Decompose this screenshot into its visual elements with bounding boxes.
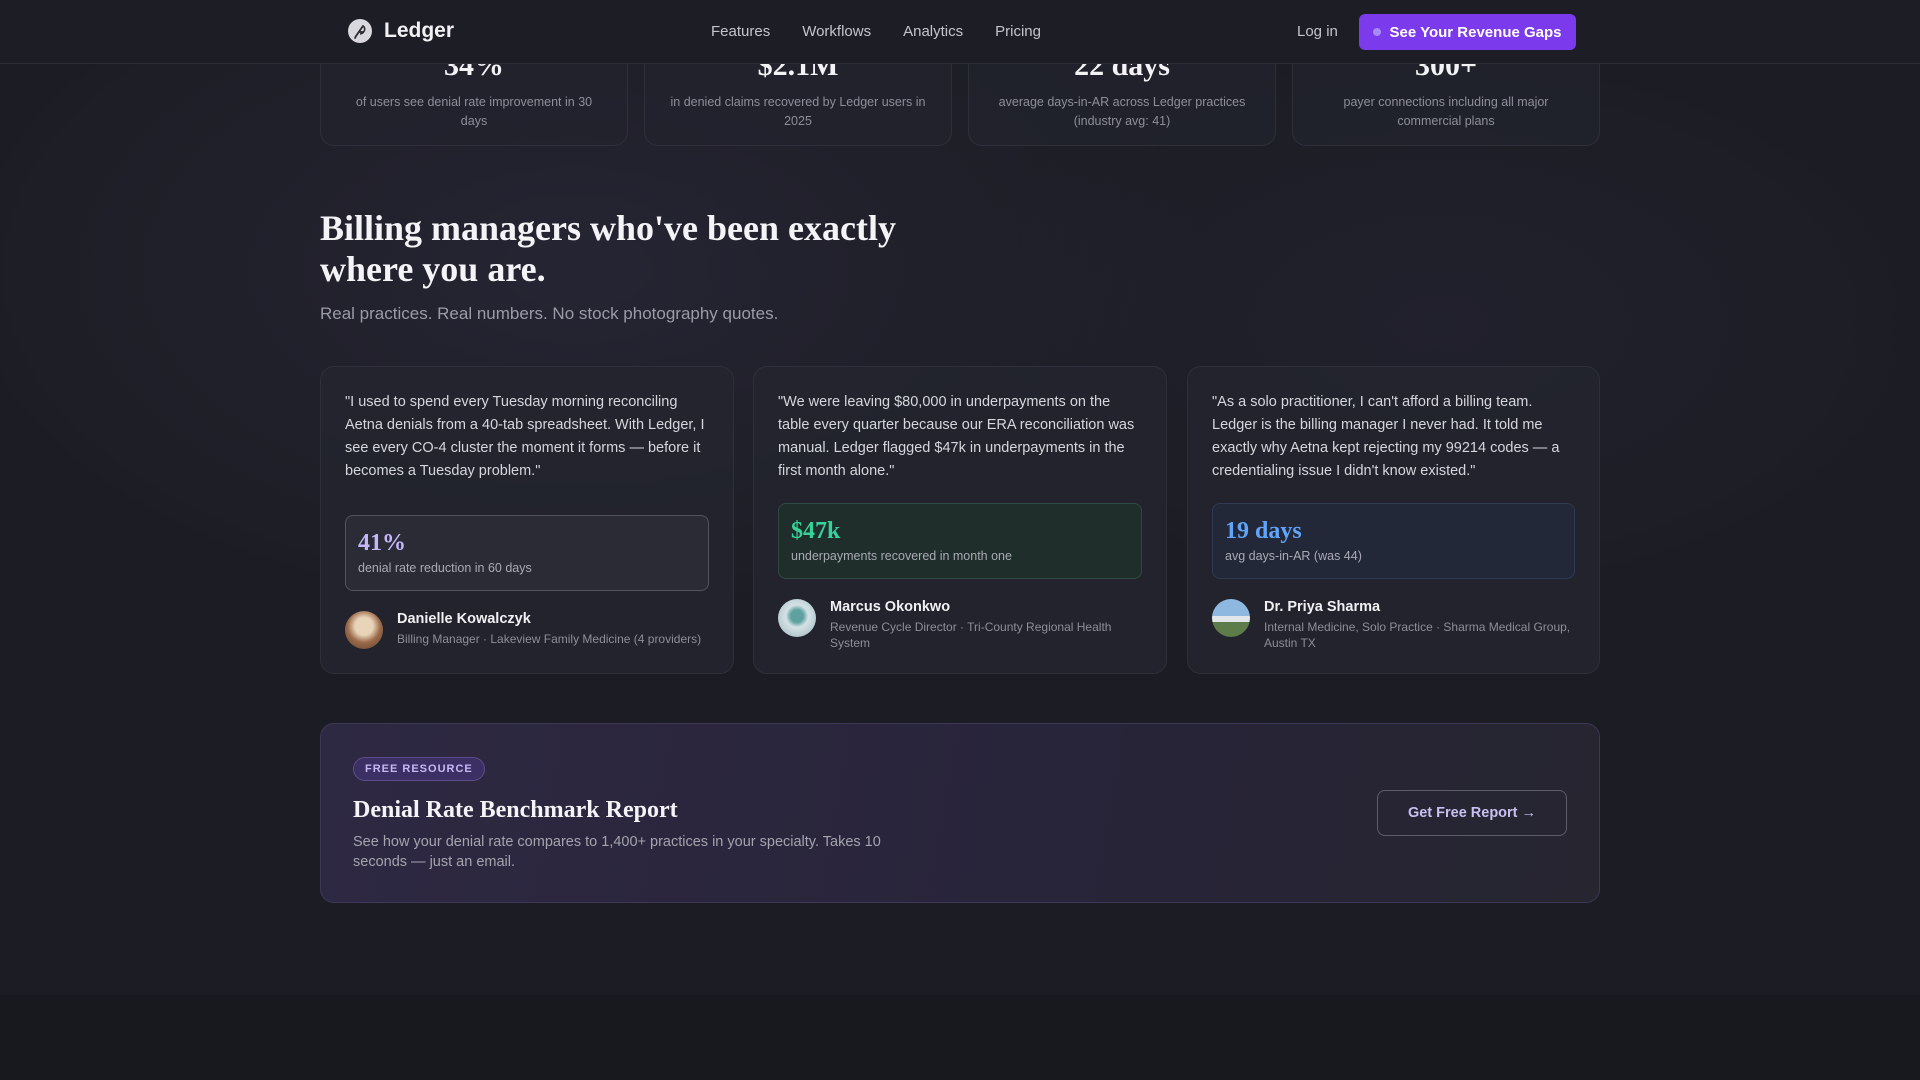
nav-link-pricing[interactable]: Pricing: [995, 23, 1041, 40]
metric-label: underpayments recovered in month one: [791, 549, 1012, 563]
footer-band: [0, 995, 1920, 1080]
testimonial-quote: "We were leaving $80,000 in underpayment…: [778, 394, 1135, 479]
free-resource-badge: FREE RESOURCE: [353, 757, 485, 781]
section-subtitle: Real practices. Real numbers. No stock p…: [320, 304, 779, 323]
stat-label: payer connections including all major co…: [1343, 95, 1549, 128]
brand-name: Ledger: [384, 19, 455, 42]
testimonial-card: "We were leaving $80,000 in underpayment…: [753, 366, 1167, 674]
testimonial-quote: "As a solo practitioner, I can't afford …: [1212, 394, 1560, 479]
nav-links: Features Workflows Analytics Pricing: [711, 23, 1073, 40]
person-name: Marcus Okonkwo: [830, 599, 951, 615]
top-nav: Ledger Features Workflows Analytics Pric…: [0, 0, 1920, 64]
nav-link-features[interactable]: Features: [711, 23, 770, 40]
avatar: [345, 611, 383, 649]
testimonial-card: "I used to spend every Tuesday morning r…: [320, 366, 734, 674]
resource-banner: FREE RESOURCE Denial Rate Benchmark Repo…: [320, 723, 1600, 903]
testimonial-person: Dr. Priya Sharma Internal Medicine, Solo…: [1212, 599, 1579, 651]
stat-label: of users see denial rate improvement in …: [355, 95, 593, 128]
testimonial-card: "As a solo practitioner, I can't afford …: [1187, 366, 1600, 674]
metric-box: 19 days avg days-in-AR (was 44): [1212, 503, 1575, 579]
cta-label: See Your Revenue Gaps: [1389, 23, 1562, 41]
metric-label: avg days-in-AR (was 44): [1225, 549, 1362, 563]
get-free-report-button[interactable]: Get Free Report →: [1377, 790, 1567, 836]
nav-link-analytics[interactable]: Analytics: [903, 23, 963, 40]
metric-value: $47k: [791, 518, 841, 544]
metric-label: denial rate reduction in 60 days: [358, 561, 532, 575]
resource-title: Denial Rate Benchmark Report: [353, 797, 678, 823]
person-role: Revenue Cycle Director · Tri-County Regi…: [830, 620, 1112, 650]
login-link[interactable]: Log in: [1297, 23, 1338, 40]
feather-logo-icon: [348, 19, 372, 43]
testimonial-person: Marcus Okonkwo Revenue Cycle Director · …: [778, 599, 1146, 651]
section-title: Billing managers who've been exactly whe…: [320, 208, 896, 289]
status-dot-icon: [1373, 28, 1382, 36]
metric-box: 41% denial rate reduction in 60 days: [345, 515, 709, 591]
avatar: [778, 599, 816, 637]
person-role: Internal Medicine, Solo Practice · Sharm…: [1264, 620, 1571, 650]
avatar: [1212, 599, 1250, 637]
stat-label: in denied claims recovered by Ledger use…: [670, 95, 926, 128]
revenue-gaps-button[interactable]: See Your Revenue Gaps: [1359, 14, 1576, 50]
brand[interactable]: Ledger: [348, 19, 454, 43]
nav-link-workflows[interactable]: Workflows: [802, 23, 871, 40]
metric-value: 19 days: [1225, 518, 1302, 544]
metric-box: $47k underpayments recovered in month on…: [778, 503, 1142, 579]
testimonial-person: Danielle Kowalczyk Billing Manager · Lak…: [345, 611, 713, 649]
resource-description: See how your denial rate compares to 1,4…: [353, 834, 881, 870]
person-role: Billing Manager · Lakeview Family Medici…: [397, 632, 702, 646]
person-name: Danielle Kowalczyk: [397, 611, 531, 627]
testimonial-quote: "I used to spend every Tuesday morning r…: [345, 394, 705, 479]
stat-label: average days-in-AR across Ledger practic…: [998, 95, 1246, 128]
metric-value: 41%: [358, 530, 406, 556]
person-name: Dr. Priya Sharma: [1264, 599, 1381, 615]
